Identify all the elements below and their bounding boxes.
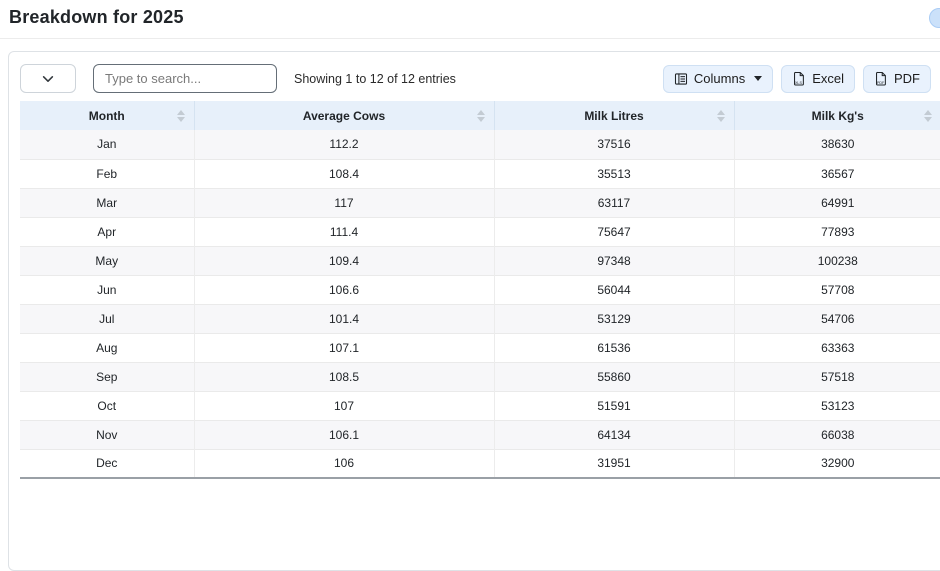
cell-month: Nov [20,420,194,449]
cell-month: Sep [20,362,194,391]
cell-milk-kgs: 63363 [734,333,940,362]
column-header-milk-kgs[interactable]: Milk Kg's [734,101,940,130]
cell-milk-litres: 53129 [494,304,734,333]
title-divider [0,38,940,39]
entries-info: Showing 1 to 12 of 12 entries [294,72,456,86]
cell-month: May [20,246,194,275]
cell-average-cows: 111.4 [194,217,494,246]
column-header-label: Milk Kg's [812,109,864,123]
cell-milk-litres: 97348 [494,246,734,275]
table-row: Jul 101.4 53129 54706 [20,304,940,333]
cell-average-cows: 106.1 [194,420,494,449]
page-length-select[interactable] [20,64,76,93]
file-pdf-icon: PDF [874,71,888,86]
column-header-label: Month [89,109,125,123]
cell-milk-kgs: 54706 [734,304,940,333]
toolbar-buttons: Columns XLS Excel [663,65,940,93]
cell-average-cows: 107.1 [194,333,494,362]
columns-button[interactable]: Columns [663,65,773,93]
sort-arrows-icon [177,110,185,122]
cell-average-cows: 109.4 [194,246,494,275]
file-excel-icon: XLS [792,71,806,86]
table-row: Dec 106 31951 32900 [20,449,940,478]
cell-milk-litres: 55860 [494,362,734,391]
column-header-label: Milk Litres [584,109,643,123]
cell-milk-kgs: 32900 [734,449,940,478]
cell-month: Dec [20,449,194,478]
sort-arrows-icon [924,110,932,122]
table-row: Apr 111.4 75647 77893 [20,217,940,246]
header-row: Month Average Cows Milk Litres Milk Kg's [20,101,940,130]
data-table: Month Average Cows Milk Litres Milk Kg's [20,101,940,479]
cell-milk-litres: 51591 [494,391,734,420]
table-row: Mar 117 63117 64991 [20,188,940,217]
caret-down-icon [754,76,762,81]
table-toolbar: Showing 1 to 12 of 12 entries Columns [20,64,940,93]
cell-month: Mar [20,188,194,217]
cell-milk-kgs: 64991 [734,188,940,217]
excel-export-button[interactable]: XLS Excel [781,65,855,93]
cell-average-cows: 108.5 [194,362,494,391]
cell-milk-kgs: 38630 [734,130,940,159]
cell-average-cows: 106 [194,449,494,478]
cell-milk-kgs: 66038 [734,420,940,449]
table-row: May 109.4 97348 100238 [20,246,940,275]
table-row: Jun 106.6 56044 57708 [20,275,940,304]
cell-month: Apr [20,217,194,246]
cell-milk-litres: 56044 [494,275,734,304]
table-row: Aug 107.1 61536 63363 [20,333,940,362]
cell-milk-litres: 61536 [494,333,734,362]
table-row: Feb 108.4 35513 36567 [20,159,940,188]
cell-average-cows: 101.4 [194,304,494,333]
cell-month: Oct [20,391,194,420]
cell-average-cows: 117 [194,188,494,217]
excel-button-label: Excel [812,71,844,86]
cell-month: Jun [20,275,194,304]
cell-month: Aug [20,333,194,362]
cell-milk-litres: 63117 [494,188,734,217]
svg-text:PDF: PDF [877,81,885,85]
sort-arrows-icon [717,110,725,122]
columns-list-icon [674,72,688,86]
table-row: Oct 107 51591 53123 [20,391,940,420]
column-header-month[interactable]: Month [20,101,194,130]
column-header-average-cows[interactable]: Average Cows [194,101,494,130]
cell-milk-litres: 35513 [494,159,734,188]
cell-milk-kgs: 53123 [734,391,940,420]
cell-milk-litres: 64134 [494,420,734,449]
cell-average-cows: 112.2 [194,130,494,159]
cell-average-cows: 108.4 [194,159,494,188]
cell-milk-kgs: 100238 [734,246,940,275]
cell-milk-litres: 31951 [494,449,734,478]
table-row: Sep 108.5 55860 57518 [20,362,940,391]
table-row: Jan 112.2 37516 38630 [20,130,940,159]
cell-month: Jan [20,130,194,159]
cell-month: Feb [20,159,194,188]
column-header-label: Average Cows [303,109,385,123]
cell-milk-kgs: 57518 [734,362,940,391]
chevron-down-icon [41,72,55,86]
cell-month: Jul [20,304,194,333]
cell-milk-litres: 37516 [494,130,734,159]
cell-milk-kgs: 77893 [734,217,940,246]
cell-average-cows: 107 [194,391,494,420]
column-header-milk-litres[interactable]: Milk Litres [494,101,734,130]
pdf-export-button[interactable]: PDF PDF [863,65,931,93]
page-title: Breakdown for 2025 [9,7,940,28]
sort-arrows-icon [477,110,485,122]
table-row: Nov 106.1 64134 66038 [20,420,940,449]
table-card: Showing 1 to 12 of 12 entries Columns [8,51,940,571]
cell-average-cows: 106.6 [194,275,494,304]
pdf-button-label: PDF [894,71,920,86]
cell-milk-kgs: 57708 [734,275,940,304]
search-input[interactable] [93,64,277,93]
cell-milk-litres: 75647 [494,217,734,246]
columns-button-label: Columns [694,71,745,86]
svg-text:XLS: XLS [795,81,802,85]
data-table-wrapper: Month Average Cows Milk Litres Milk Kg's [20,101,940,479]
cell-milk-kgs: 36567 [734,159,940,188]
